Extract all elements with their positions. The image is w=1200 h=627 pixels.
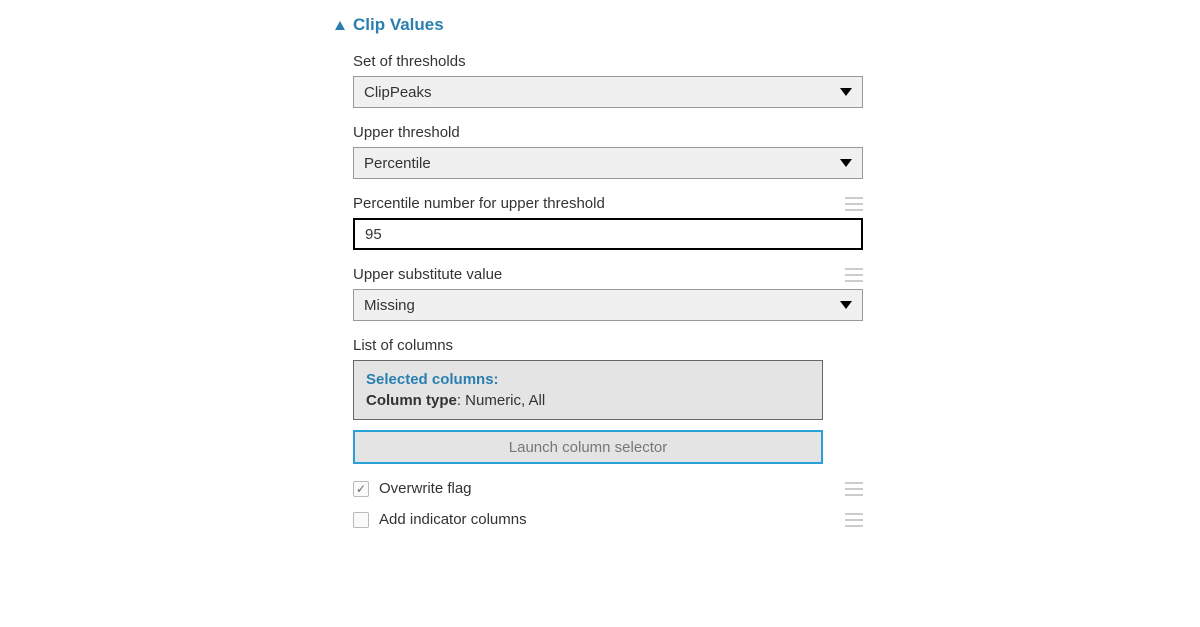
field-group-list-columns: List of columns Selected columns: Column… xyxy=(353,337,863,464)
select-upper-threshold[interactable]: Percentile xyxy=(353,147,863,179)
input-percentile-number[interactable]: 95 xyxy=(353,218,863,250)
label-percentile-number: Percentile number for upper threshold xyxy=(353,195,605,212)
selected-columns-title: Selected columns: xyxy=(366,371,810,388)
field-group-upper-substitute: Upper substitute value Missing xyxy=(353,266,863,321)
checkbox-row-overwrite: Overwrite flag xyxy=(353,480,863,497)
label-thresholds: Set of thresholds xyxy=(353,53,466,70)
section-title: Clip Values xyxy=(353,15,444,35)
column-type-value: : Numeric, All xyxy=(457,392,545,409)
column-type-label: Column type xyxy=(366,392,457,409)
label-overwrite: Overwrite flag xyxy=(379,480,472,497)
label-list-columns: List of columns xyxy=(353,337,453,354)
select-upper-substitute-value: Missing xyxy=(364,297,415,314)
menu-icon[interactable] xyxy=(845,197,863,211)
select-thresholds[interactable]: ClipPeaks xyxy=(353,76,863,108)
field-group-upper-threshold: Upper threshold Percentile xyxy=(353,124,863,179)
field-group-thresholds: Set of thresholds ClipPeaks xyxy=(353,53,863,108)
select-upper-substitute[interactable]: Missing xyxy=(353,289,863,321)
input-percentile-number-value: 95 xyxy=(365,226,382,243)
checkbox-row-add-indicator: Add indicator columns xyxy=(353,511,863,528)
checkbox-overwrite[interactable] xyxy=(353,481,369,497)
chevron-down-icon xyxy=(840,88,852,96)
collapse-triangle-icon xyxy=(335,21,345,30)
select-thresholds-value: ClipPeaks xyxy=(364,84,432,101)
checkbox-add-indicator[interactable] xyxy=(353,512,369,528)
menu-icon[interactable] xyxy=(845,268,863,282)
section-header-clip-values[interactable]: Clip Values xyxy=(335,15,1200,35)
field-group-percentile-number: Percentile number for upper threshold 95 xyxy=(353,195,863,250)
select-upper-threshold-value: Percentile xyxy=(364,155,431,172)
label-add-indicator: Add indicator columns xyxy=(379,511,527,528)
menu-icon[interactable] xyxy=(845,513,863,527)
menu-icon[interactable] xyxy=(845,482,863,496)
launch-column-selector-button[interactable]: Launch column selector xyxy=(353,430,823,464)
chevron-down-icon xyxy=(840,301,852,309)
selected-columns-summary: Selected columns: Column type: Numeric, … xyxy=(353,360,823,420)
chevron-down-icon xyxy=(840,159,852,167)
label-upper-threshold: Upper threshold xyxy=(353,124,460,141)
selected-columns-detail: Column type: Numeric, All xyxy=(366,392,810,409)
label-upper-substitute: Upper substitute value xyxy=(353,266,502,283)
launch-column-selector-label: Launch column selector xyxy=(509,439,667,456)
